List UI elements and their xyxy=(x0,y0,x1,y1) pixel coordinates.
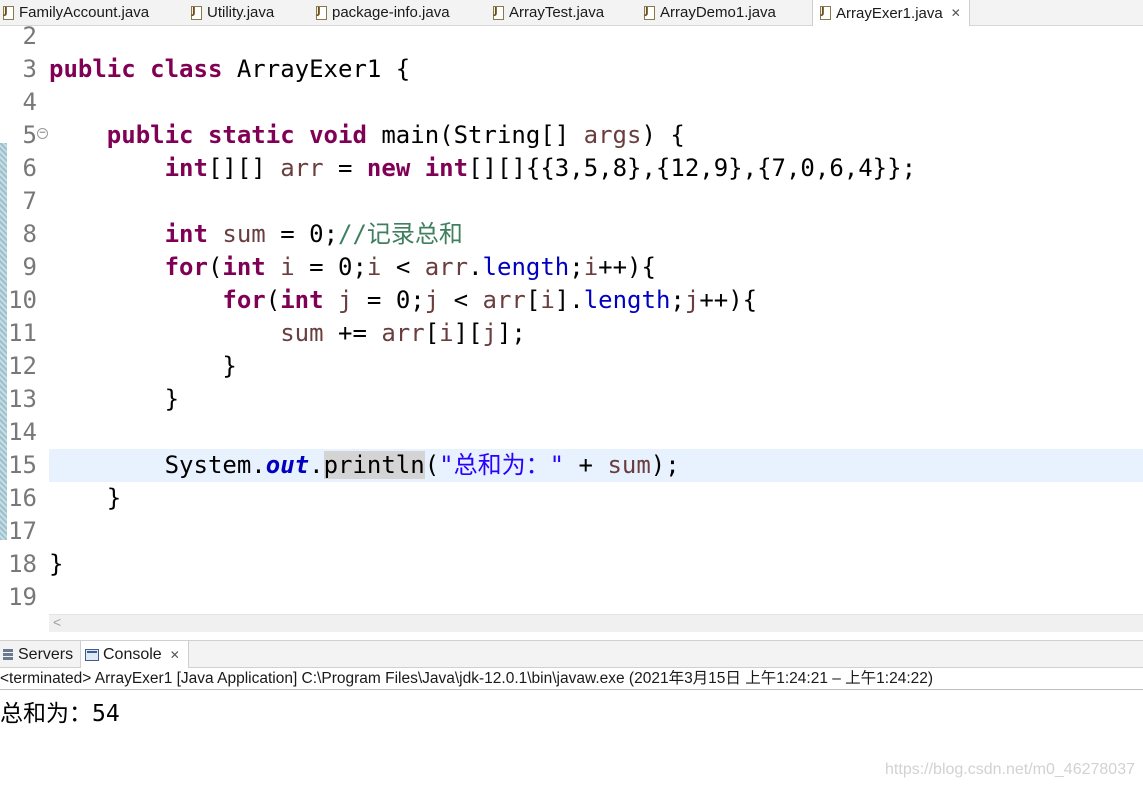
line-number: 18 xyxy=(8,550,37,578)
java-file-icon: J xyxy=(190,5,202,20)
code-text: } xyxy=(49,550,64,578)
console-output[interactable]: 总和为：54 xyxy=(0,694,120,728)
line-number: 10 xyxy=(8,286,37,314)
tab-label: ArrayTest.java xyxy=(509,4,605,21)
code-text: int[][] arr = new int[][]{{3,5,8},{12,9}… xyxy=(164,154,917,182)
code-text: } xyxy=(106,484,122,512)
code-text: sum += arr[i][j]; xyxy=(280,319,526,347)
line-number: 13 xyxy=(8,385,37,413)
java-file-icon: J xyxy=(315,5,327,20)
code-line: 16 } xyxy=(0,482,1143,515)
line-number: 2 xyxy=(22,22,37,50)
line-number: 14 xyxy=(8,418,37,446)
code-editor[interactable]: 2 3 public class ArrayExer1 { 4 5 − publ… xyxy=(0,22,1143,614)
horizontal-scrollbar[interactable]: < xyxy=(49,614,1143,632)
code-line: 5 − public static void main(String[] arg… xyxy=(0,119,1143,152)
line-number: 12 xyxy=(8,352,37,380)
tab-label: Console xyxy=(103,645,162,663)
line-number: 11 xyxy=(8,319,37,347)
code-line: 9 for(int i = 0;i < arr.length;i++){ xyxy=(0,251,1143,284)
java-file-icon: J xyxy=(643,5,655,20)
tab-label: package-info.java xyxy=(332,4,450,21)
close-icon[interactable]: ✕ xyxy=(951,6,961,20)
fold-toggle-icon[interactable]: − xyxy=(37,128,48,139)
code-line: 10 for(int j = 0;j < arr[i].length;j++){ xyxy=(0,284,1143,317)
java-file-icon: J xyxy=(492,5,504,20)
line-number: 17 xyxy=(8,517,37,545)
tab-label: Servers xyxy=(18,645,74,663)
line-number: 8 xyxy=(22,220,37,248)
code-line: 19 xyxy=(0,581,1143,614)
line-number: 7 xyxy=(22,187,37,215)
tab-console[interactable]: Console ✕ xyxy=(80,641,189,668)
code-line: 2 xyxy=(0,20,1143,53)
code-line: 18 } xyxy=(0,548,1143,581)
line-number: 19 xyxy=(8,583,37,611)
console-icon xyxy=(85,648,99,661)
code-text: } xyxy=(164,385,180,413)
servers-icon xyxy=(2,648,14,662)
code-text: System.out.println("总和为：" + sum); xyxy=(164,451,680,479)
code-line: 15 System.out.println("总和为：" + sum); xyxy=(0,449,1143,482)
java-file-icon: J xyxy=(819,6,831,20)
code-text: for(int j = 0;j < arr[i].length;j++){ xyxy=(222,286,758,314)
tab-label: ArrayDemo1.java xyxy=(660,4,776,21)
code-text: int sum = 0;//记录总和 xyxy=(164,220,463,248)
tab-servers[interactable]: Servers xyxy=(2,641,81,668)
tab-label: Utility.java xyxy=(207,4,275,21)
code-line: 14 xyxy=(0,416,1143,449)
line-number: 3 xyxy=(22,55,37,83)
line-number: 4 xyxy=(22,88,37,116)
code-line: 6 int[][] arr = new int[][]{{3,5,8},{12,… xyxy=(0,152,1143,185)
tab-label: ArrayExer1.java xyxy=(836,4,943,22)
panel-tab-bar: Servers Console ✕ xyxy=(0,640,1143,668)
code-line: 7 xyxy=(0,185,1143,218)
close-icon[interactable]: ✕ xyxy=(170,648,180,662)
line-number: 15 xyxy=(8,451,37,479)
code-text: public static void main(String[] args) { xyxy=(106,121,685,149)
code-line: 13 } xyxy=(0,383,1143,416)
scroll-left-icon[interactable]: < xyxy=(53,614,61,630)
watermark: https://blog.csdn.net/m0_46278037 xyxy=(885,761,1135,778)
console-status-line: <terminated> ArrayExer1 [Java Applicatio… xyxy=(0,668,1143,690)
code-line: 8 int sum = 0;//记录总和 xyxy=(0,218,1143,251)
java-file-icon: J xyxy=(2,5,14,20)
code-line: 3 public class ArrayExer1 { xyxy=(0,53,1143,86)
code-line: 12 } xyxy=(0,350,1143,383)
code-line: 11 sum += arr[i][j]; xyxy=(0,317,1143,350)
line-number: 6 xyxy=(22,154,37,182)
code-line: 4 xyxy=(0,86,1143,119)
code-text: for(int i = 0;i < arr.length;i++){ xyxy=(164,253,656,281)
code-text: } xyxy=(222,352,237,380)
line-number: 16 xyxy=(8,484,37,512)
line-number: 5 xyxy=(22,121,37,149)
code-line: 17 xyxy=(0,515,1143,548)
tab-label: FamilyAccount.java xyxy=(19,4,150,21)
code-text: public class ArrayExer1 { xyxy=(49,55,411,83)
line-number: 9 xyxy=(22,253,37,281)
